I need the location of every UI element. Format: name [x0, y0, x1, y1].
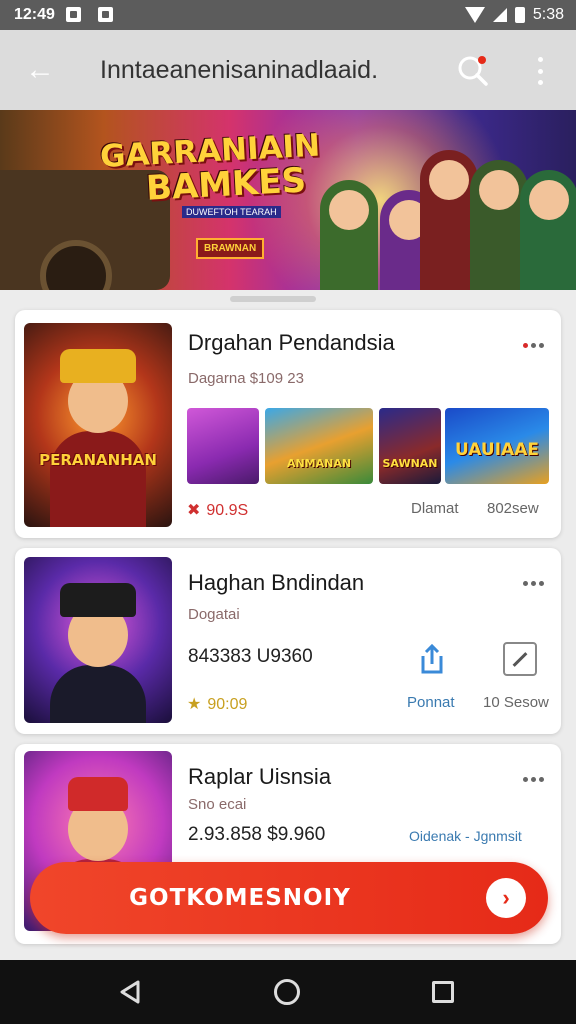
status-time: 12:49 [14, 6, 55, 23]
signal-icon [492, 8, 507, 22]
share-icon[interactable] [415, 642, 449, 676]
status-icons: 5:38 [464, 6, 564, 24]
screenshot[interactable]: ANMANAN [265, 408, 373, 484]
page-title: Inntaeanenisaninadlaaid. [100, 56, 379, 84]
banner-title: GARRANIAIN BAMKES [99, 127, 321, 209]
meta-right: 10 Sesow [483, 694, 549, 711]
screenshot[interactable] [187, 408, 259, 484]
edit-icon[interactable] [503, 642, 537, 676]
game-title: Haghan Bndindan [188, 570, 365, 595]
more-options-icon[interactable] [521, 766, 545, 792]
thumbnail-label: PERANANHAN [39, 451, 157, 469]
nav-recents-icon[interactable] [432, 981, 454, 1003]
battery-text: 5:38 [532, 6, 564, 23]
rating: ★ 90:09 [187, 696, 248, 713]
notification-icon [66, 7, 81, 22]
game-card[interactable]: PERANANHAN Drgahan Pendandsia Dagarna $1… [15, 310, 561, 538]
banner-badge: BRAWNAN [196, 238, 265, 259]
meta-left[interactable]: Oidenak - Jgnmsit [409, 828, 522, 844]
back-arrow-icon[interactable]: ← [22, 52, 58, 88]
search-icon[interactable] [456, 54, 490, 88]
rating-icon: ✖ [187, 502, 201, 519]
chevron-right-icon: › [486, 878, 526, 918]
screenshot[interactable]: SAWNAN [379, 408, 441, 484]
meta-left[interactable]: Ponnat [407, 694, 455, 711]
nav-back-icon[interactable] [116, 978, 144, 1006]
game-stats: 2.93.858 $9.960 [188, 824, 326, 845]
character-illustration [520, 170, 576, 290]
battery-icon [514, 7, 525, 23]
more-vert-icon[interactable] [528, 54, 552, 88]
star-icon: ★ [187, 696, 202, 713]
character-illustration [320, 180, 378, 290]
download-button[interactable]: GOTKOMESNOIY › [30, 862, 548, 934]
game-subtitle: Sno ecai [188, 796, 247, 813]
game-stats: 843383 U9360 [188, 646, 313, 667]
game-thumbnail[interactable] [24, 557, 172, 723]
app-bar: ← Inntaeanenisaninadlaaid. [0, 30, 576, 110]
notification-icon [98, 7, 113, 22]
meta-right: 802sew [487, 500, 539, 517]
system-nav-bar [0, 960, 576, 1024]
game-subtitle: Dogatai [188, 606, 240, 623]
meta-left: Dlamat [411, 500, 459, 517]
status-bar: 12:49 5:38 [0, 0, 576, 30]
more-options-icon[interactable] [521, 332, 545, 358]
rating: ✖ 90.9S [187, 502, 249, 519]
more-options-icon[interactable] [521, 570, 545, 596]
download-button-label: GOTKOMESNOIY [129, 885, 351, 911]
game-title: Raplar Uisnsia [188, 764, 332, 789]
screenshot-strip: ANMANAN SAWNAN UAUIAAE [187, 408, 549, 484]
promo-banner[interactable]: GARRANIAIN BAMKES DUWEFTOH TEARAH BRAWNA… [0, 110, 576, 290]
game-card[interactable]: Haghan Bndindan Dogatai 843383 U9360 ★ 90… [15, 548, 561, 734]
nav-home-icon[interactable] [274, 979, 300, 1005]
screenshot[interactable]: UAUIAAE [445, 408, 549, 484]
game-thumbnail[interactable]: PERANANHAN [24, 323, 172, 527]
game-title: Drgahan Pendandsia [188, 330, 395, 355]
banner-caption: DUWEFTOH TEARAH [182, 206, 281, 218]
wifi-icon [464, 7, 485, 23]
drag-handle[interactable] [230, 296, 316, 302]
game-subtitle: Dagarna $109 23 [188, 370, 304, 387]
